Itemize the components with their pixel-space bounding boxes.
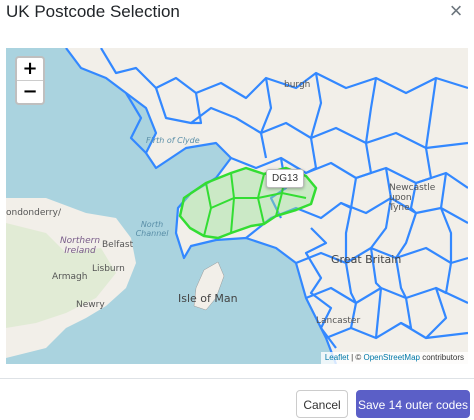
map-label-armagh: Armagh (52, 272, 88, 282)
zoom-control: + − (15, 56, 45, 105)
map-label-isle-of-man: Isle of Man (178, 292, 238, 305)
map-label-lisburn: Lisburn (92, 264, 125, 274)
zoom-in-button[interactable]: + (17, 58, 43, 80)
map-label-belfast: Belfast (102, 240, 134, 250)
map-label-edinburgh: burgh (284, 80, 311, 90)
modal-title: UK Postcode Selection (6, 2, 180, 21)
postcode-map[interactable]: + − burgh Firth of Clyde North Channel o… (6, 48, 468, 364)
osm-link[interactable]: OpenStreetMap (363, 353, 419, 362)
footer-divider (0, 378, 474, 379)
map-label-northern-ireland: Northern Ireland (59, 236, 101, 256)
map-label-newcastle: Newcastle upon Tyne (389, 183, 436, 213)
close-icon[interactable]: × (446, 0, 466, 22)
map-label-newry: Newry (76, 300, 105, 310)
modal-header: UK Postcode Selection × (0, 0, 474, 28)
attribution-separator: | © (348, 353, 364, 362)
save-button[interactable]: Save 14 outer codes (356, 390, 470, 418)
postcode-tooltip: DG13 (266, 169, 305, 188)
map-label-lancaster: Lancaster (316, 316, 361, 326)
map-attribution: Leaflet | © OpenStreetMap contributors (320, 352, 468, 364)
map-label-londonderry: ondonderry/ (6, 208, 61, 218)
attribution-contributors: contributors (419, 353, 464, 362)
map-label-great-britain: Great Britain (331, 253, 402, 266)
zoom-out-button[interactable]: − (17, 80, 43, 103)
cancel-button[interactable]: Cancel (296, 390, 348, 418)
map-label-north-channel: North Channel (135, 220, 169, 238)
map-label-firth-of-clyde: Firth of Clyde (146, 136, 200, 145)
leaflet-link[interactable]: Leaflet (325, 353, 349, 362)
